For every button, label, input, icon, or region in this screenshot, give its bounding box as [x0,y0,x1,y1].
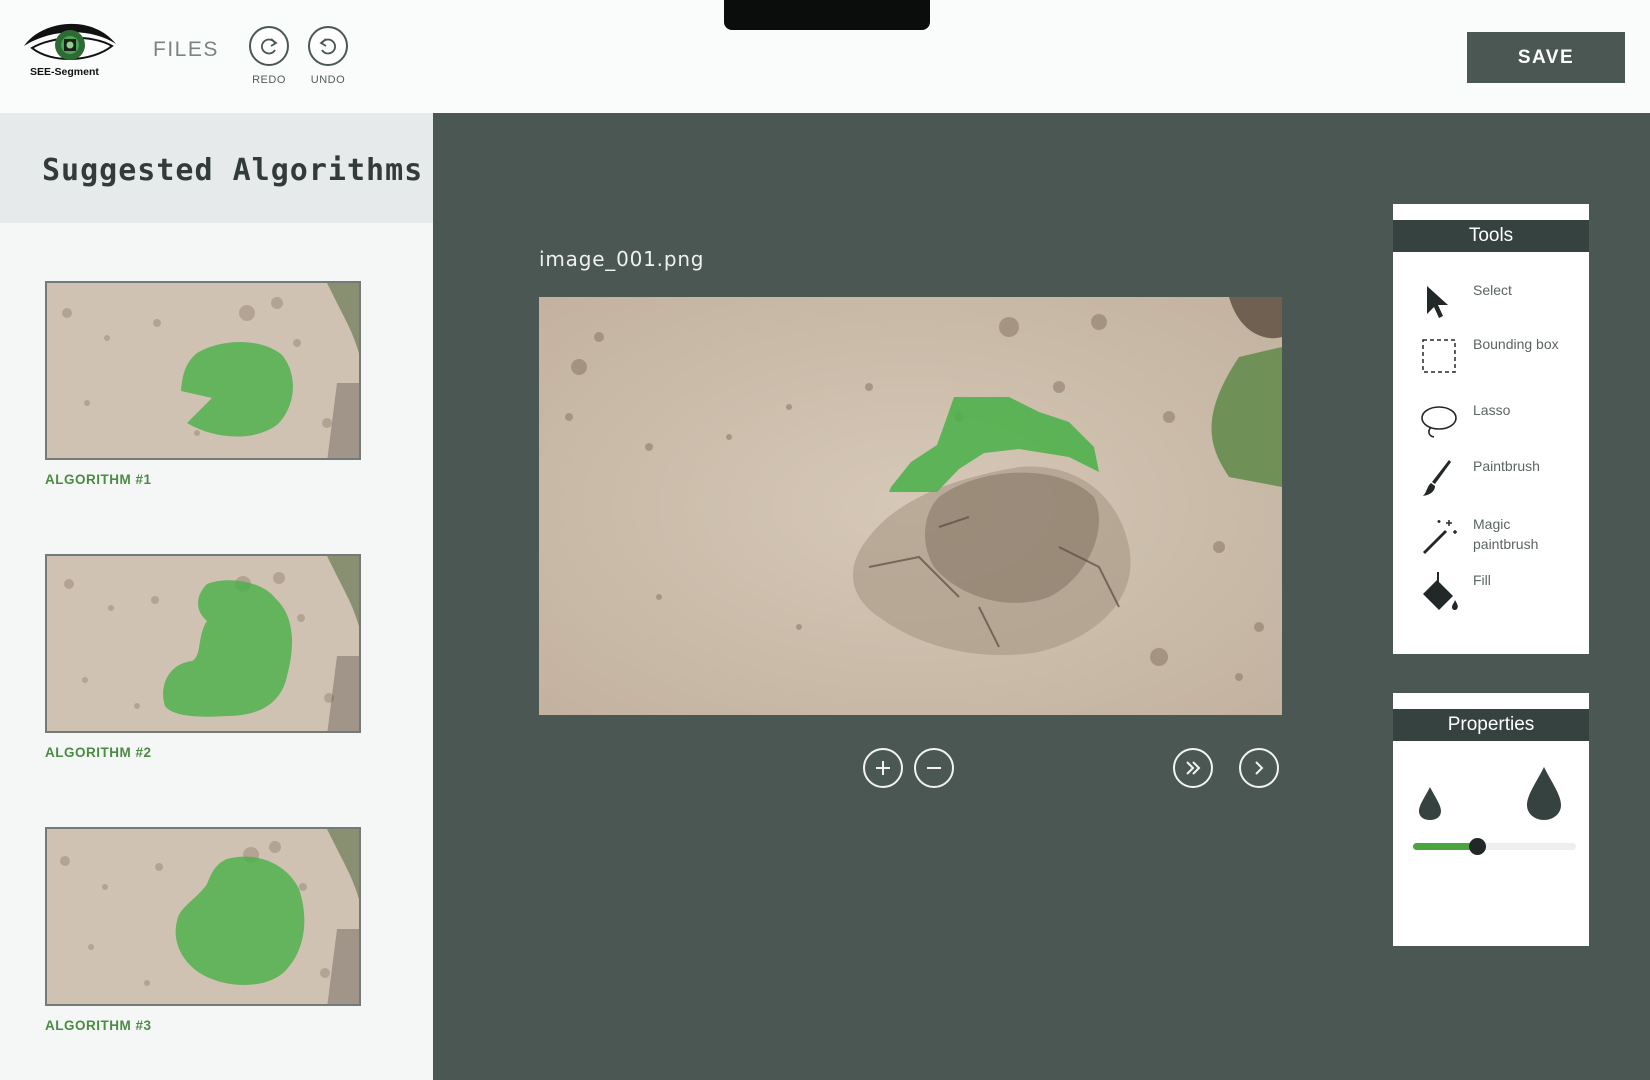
undo-button[interactable]: UNDO [298,26,358,92]
fast-forward-button[interactable] [1173,748,1213,788]
tool-label: Magic paintbrush [1473,516,1539,552]
tool-label: Paintbrush [1473,458,1540,474]
algorithm-card-3[interactable]: ALGORITHM #3 [45,827,361,1033]
properties-title: Properties [1393,709,1589,741]
redo-icon [261,38,278,55]
zoom-in-icon [876,761,890,775]
tool-paintbrush[interactable]: Paintbrush [1417,456,1577,506]
tool-label: Fill [1473,572,1491,588]
image-canvas[interactable] [539,297,1282,715]
tool-fill[interactable]: Fill [1417,570,1577,620]
fast-forward-icon [1186,761,1201,775]
tool-select[interactable]: Select [1417,280,1577,330]
small-drop-icon [1419,787,1441,820]
redo-label: REDO [252,74,286,86]
save-button[interactable]: SAVE [1467,32,1625,83]
magic-wand-icon [1423,520,1457,554]
brush-size-thumb[interactable] [1469,838,1486,855]
sidebar-header: Suggested Algorithms [0,113,433,223]
paint-bucket-icon [1423,572,1458,611]
brush-size-fill [1413,843,1477,850]
sidebar-title: Suggested Algorithms [42,153,424,188]
next-button[interactable] [1239,748,1279,788]
zoom-out-button[interactable] [914,748,954,788]
paintbrush-icon [1423,460,1451,496]
lasso-icon [1421,406,1457,438]
large-drop-icon [1527,767,1561,820]
tool-lasso[interactable]: Lasso [1417,400,1577,450]
algorithm-label-3: ALGORITHM #3 [45,1018,152,1033]
algorithm-card-2[interactable]: ALGORITHM #2 [45,554,361,760]
undo-label: UNDO [310,74,346,86]
eye-logo-icon [24,23,116,60]
file-name: image_001.png [539,247,705,271]
logo-text: SEE-Segment [30,66,99,78]
tool-bounding-box[interactable]: Bounding box [1417,334,1577,384]
zoom-out-icon [927,767,941,769]
files-menu[interactable]: FILES [153,38,219,62]
top-bar: SEE-Segment FILES REDO UNDO SAVE [0,0,1650,113]
suggested-algorithms-sidebar: Suggested Algorithms ALGORITHM #1 ALGORI… [0,113,433,1080]
tool-label: Bounding box [1473,336,1559,352]
undo-icon [319,38,336,55]
algorithm-label-2: ALGORITHM #2 [45,745,152,760]
algorithm-card-1[interactable]: ALGORITHM #1 [45,281,361,487]
properties-panel: Properties [1393,693,1589,946]
tools-panel: Tools Select Bounding box Lasso Paintbru… [1393,204,1589,654]
bounding-box-icon [1422,339,1456,373]
tool-label: Select [1473,282,1512,298]
tools-title: Tools [1393,220,1589,252]
brush-size-slider[interactable] [1413,838,1576,855]
camera-notch [724,0,930,30]
next-icon [1255,761,1264,775]
algorithm-label-1: ALGORITHM #1 [45,472,152,487]
tool-magic-paintbrush[interactable]: Magic paintbrush [1417,514,1577,564]
zoom-in-button[interactable] [863,748,903,788]
algorithm-thumbnail-3 [45,827,361,1006]
redo-button[interactable]: REDO [239,26,299,92]
cursor-icon [1427,286,1448,318]
algorithm-thumbnail-1 [45,281,361,460]
tool-label: Lasso [1473,402,1511,418]
algorithm-thumbnail-2 [45,554,361,733]
